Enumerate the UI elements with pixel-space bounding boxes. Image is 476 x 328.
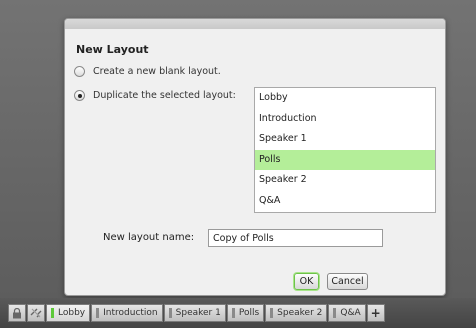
tab-indicator — [168, 308, 172, 318]
tab-label: Speaker 1 — [175, 308, 221, 318]
unlink-icon — [30, 308, 42, 318]
dialog-title: New Layout — [76, 43, 149, 56]
tab-introduction[interactable]: Introduction — [91, 304, 163, 322]
dialog-titlebar — [65, 19, 445, 29]
tab-polls[interactable]: Polls — [226, 304, 265, 322]
ok-button[interactable]: OK — [294, 273, 319, 290]
tab-qa[interactable]: Q&A — [328, 304, 366, 322]
tab-label: Introduction — [103, 308, 158, 318]
tab-indicator — [270, 308, 274, 318]
tab-label: Polls — [238, 308, 260, 318]
layout-list-item[interactable]: Q&A — [255, 191, 435, 212]
option-blank-row[interactable]: Create a new blank layout. — [74, 66, 221, 77]
radio-blank[interactable] — [74, 66, 85, 77]
tab-indicator — [231, 308, 235, 318]
tab-indicator — [333, 308, 337, 318]
layout-list-item[interactable]: Introduction — [255, 109, 435, 130]
layout-list[interactable]: Lobby Introduction Speaker 1 Polls Speak… — [254, 87, 436, 213]
layout-list-item[interactable]: Speaker 2 — [255, 170, 435, 191]
radio-duplicate[interactable] — [74, 90, 85, 101]
add-layout-button[interactable]: + — [366, 304, 385, 322]
lock-icon — [13, 307, 21, 318]
tab-label: Q&A — [340, 308, 361, 318]
tab-lobby[interactable]: Lobby — [46, 304, 91, 322]
tab-label: Speaker 2 — [277, 308, 323, 318]
tab-speaker-1[interactable]: Speaker 1 — [163, 304, 226, 322]
add-icon: + — [370, 306, 381, 320]
layout-name-input[interactable] — [208, 229, 383, 247]
tab-label: Lobby — [58, 308, 86, 318]
tab-indicator — [96, 308, 100, 318]
unlink-button[interactable] — [27, 304, 45, 322]
layout-name-label: New layout name: — [103, 232, 195, 243]
layout-list-item[interactable]: Speaker 1 — [255, 129, 435, 150]
option-duplicate-label: Duplicate the selected layout: — [93, 90, 236, 101]
tab-indicator — [51, 308, 54, 318]
tab-speaker-2[interactable]: Speaker 2 — [265, 304, 328, 322]
new-layout-dialog: New Layout Create a new blank layout. Du… — [64, 18, 446, 296]
option-duplicate-row[interactable]: Duplicate the selected layout: — [74, 90, 236, 101]
option-blank-label: Create a new blank layout. — [93, 66, 221, 77]
layout-list-item-selected[interactable]: Polls — [255, 149, 435, 170]
lock-button[interactable] — [8, 304, 26, 322]
layout-tab-strip: Lobby Introduction Speaker 1 Polls Speak… — [8, 304, 386, 322]
layout-list-item[interactable]: Lobby — [255, 88, 435, 109]
cancel-button[interactable]: Cancel — [327, 273, 368, 290]
